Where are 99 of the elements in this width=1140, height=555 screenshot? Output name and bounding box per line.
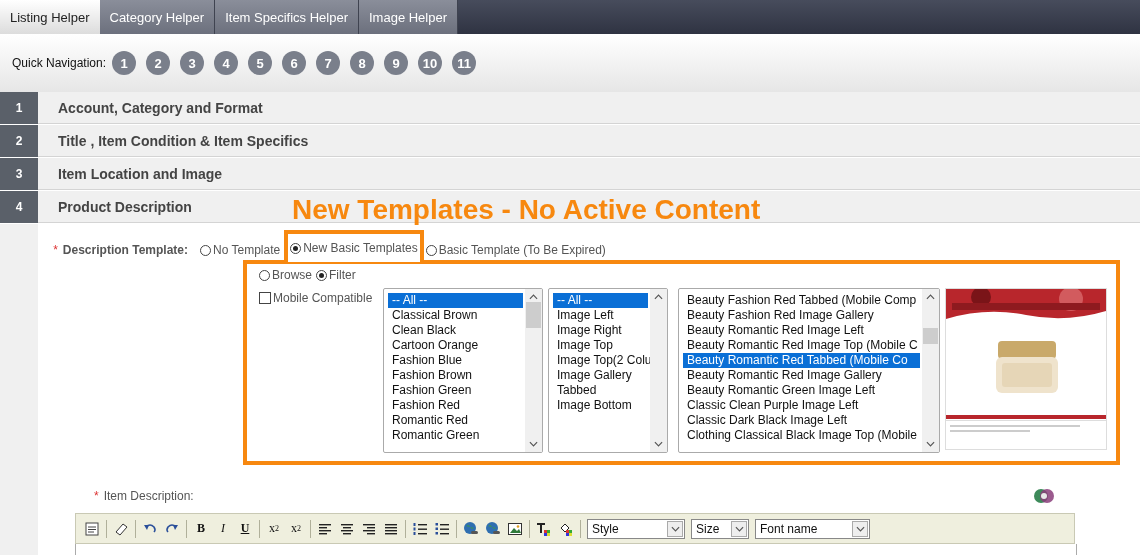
step-button[interactable]: 10 [418, 51, 443, 75]
scroll-down-icon[interactable] [926, 441, 935, 447]
list-option[interactable]: Clean Black [388, 323, 523, 338]
checkbox[interactable] [259, 292, 271, 304]
globe-link-icon[interactable] [463, 520, 479, 537]
list-option[interactable]: Beauty Romantic Red Image Left [683, 323, 920, 338]
format-button[interactable]: U [237, 520, 253, 537]
checkbox-label[interactable]: Mobile Compatible [273, 291, 373, 305]
required-mark: * [94, 489, 99, 503]
scroll-thumb[interactable] [526, 302, 541, 328]
radio-button[interactable] [316, 269, 327, 281]
scroll-up-icon[interactable] [529, 294, 538, 300]
list-option[interactable]: -- All -- [553, 293, 648, 308]
scroll-down-icon[interactable] [654, 441, 663, 447]
numbered-list-icon[interactable] [412, 520, 428, 537]
list-option[interactable]: Beauty Fashion Red Tabbed (Mobile Comp [683, 293, 920, 308]
format-button[interactable]: B [193, 520, 209, 537]
tab[interactable]: Image Helper [359, 0, 459, 34]
radio-label[interactable]: Filter [329, 268, 356, 282]
list-option[interactable]: Fashion Green [388, 383, 523, 398]
section-header[interactable]: Account, Category and Format [38, 92, 1140, 124]
caret-icon [734, 525, 744, 532]
format-button[interactable]: I [215, 520, 231, 537]
list-option[interactable]: Romantic Green [388, 428, 523, 443]
radio-button[interactable] [425, 244, 437, 256]
radio-button[interactable] [259, 269, 270, 281]
text-color-icon[interactable] [536, 520, 552, 537]
list-option[interactable]: Image Top [553, 338, 648, 353]
step-button[interactable]: 3 [180, 51, 205, 75]
dropdown[interactable]: Font name [755, 518, 870, 539]
annotation-title: New Templates - No Active Content [292, 194, 761, 226]
list-option[interactable]: Fashion Brown [388, 368, 523, 383]
globe-unlink-icon[interactable] [485, 520, 501, 537]
radio-button[interactable] [200, 244, 211, 256]
image-icon[interactable] [507, 520, 523, 537]
step-button[interactable]: 4 [214, 51, 239, 75]
list-option[interactable]: Beauty Romantic Red Image Gallery [683, 368, 920, 383]
radio-label[interactable]: New Basic Templates [303, 241, 418, 255]
list-option[interactable]: Beauty Romantic Red Image Top (Mobile C [683, 338, 920, 353]
list-option[interactable]: Beauty Romantic Red Tabbed (Mobile Co [683, 353, 920, 368]
document-icon[interactable] [84, 520, 100, 537]
caret-icon [855, 525, 865, 532]
section-header[interactable]: Title , Item Condition & Item Specifics [38, 125, 1140, 157]
list-option[interactable]: Image Gallery [553, 368, 648, 383]
list-option[interactable]: Classical Brown [388, 308, 523, 323]
section-number: 4 [0, 191, 38, 223]
tab[interactable]: Category Helper [99, 0, 216, 34]
list-option[interactable]: Cartoon Orange [388, 338, 523, 353]
list-option[interactable]: Image Bottom [553, 398, 648, 413]
step-button[interactable]: 9 [384, 51, 409, 75]
radio-button[interactable] [290, 242, 302, 254]
step-button[interactable]: 6 [282, 51, 307, 75]
list-option[interactable]: Classic Clean Purple Image Left [683, 398, 920, 413]
radio-label[interactable]: No Template [213, 243, 281, 257]
dropdown[interactable]: Style [587, 518, 685, 539]
list-option[interactable]: Image Left [553, 308, 648, 323]
list-option[interactable]: Beauty Romantic Green Image Left [683, 383, 920, 398]
list-option[interactable]: Image Top(2 Colu [553, 353, 648, 368]
list-box[interactable]: -- All -- Image Left Image Right Image Top Image Top(2 Colu Image Gallery Tabbed Image Bottom [548, 288, 668, 453]
list-option[interactable]: Fashion Red [388, 398, 523, 413]
step-button[interactable]: 7 [316, 51, 341, 75]
scroll-up-icon[interactable] [926, 294, 935, 300]
scroll-down-icon[interactable] [529, 441, 538, 447]
list-option[interactable]: Beauty Fashion Red Image Gallery [683, 308, 920, 323]
step-button[interactable]: 11 [452, 51, 477, 75]
list-option[interactable]: Clothing Classical Black Image Top (Mobile [683, 428, 920, 443]
quick-navigation-label: Quick Navigation: [12, 56, 107, 70]
step-button[interactable]: 8 [350, 51, 375, 75]
step-button[interactable]: 1 [112, 51, 137, 75]
scrollbar[interactable] [922, 289, 939, 452]
list-option[interactable]: Tabbed [553, 383, 648, 398]
tab[interactable]: Item Specifics Helper [215, 0, 359, 34]
section-number: 1 [0, 92, 38, 124]
bullet-list-icon[interactable] [434, 520, 450, 537]
scrollbar[interactable] [650, 289, 667, 452]
section-header[interactable]: Item Location and Image [38, 158, 1140, 190]
list-option[interactable]: Fashion Blue [388, 353, 523, 368]
list-box[interactable] [678, 288, 940, 453]
list-option[interactable]: Romantic Red [388, 413, 523, 428]
step-button[interactable]: 2 [146, 51, 171, 75]
tab[interactable]: Listing Helper [0, 0, 100, 34]
scrollbar[interactable] [525, 289, 542, 452]
list-option[interactable]: Classic Dark Black Image Left [683, 413, 920, 428]
caret-icon [670, 525, 680, 532]
scroll-up-icon[interactable] [654, 294, 663, 300]
list-box[interactable]: -- All -- Classical Brown Clean Black Cartoon Orange Fashion Blue Fashion Brown Fashion Green Fashion Red Romantic Red Romantic Green [383, 288, 543, 453]
scroll-thumb[interactable] [923, 328, 938, 344]
list-option[interactable]: -- All -- [388, 293, 523, 308]
list-option[interactable]: Image Right [553, 323, 648, 338]
circles-icon[interactable] [1033, 488, 1055, 504]
required-mark: * [53, 243, 58, 257]
field-label: Description Template: [62, 243, 188, 257]
radio-label[interactable]: Basic Template (To Be Expired) [438, 243, 606, 257]
dropdown[interactable]: Size [691, 518, 749, 539]
field-label: Item Description: [103, 489, 194, 503]
section-number: 2 [0, 125, 38, 157]
section-number: 3 [0, 158, 38, 190]
step-button[interactable]: 5 [248, 51, 273, 75]
radio-label[interactable]: Browse [272, 268, 312, 282]
